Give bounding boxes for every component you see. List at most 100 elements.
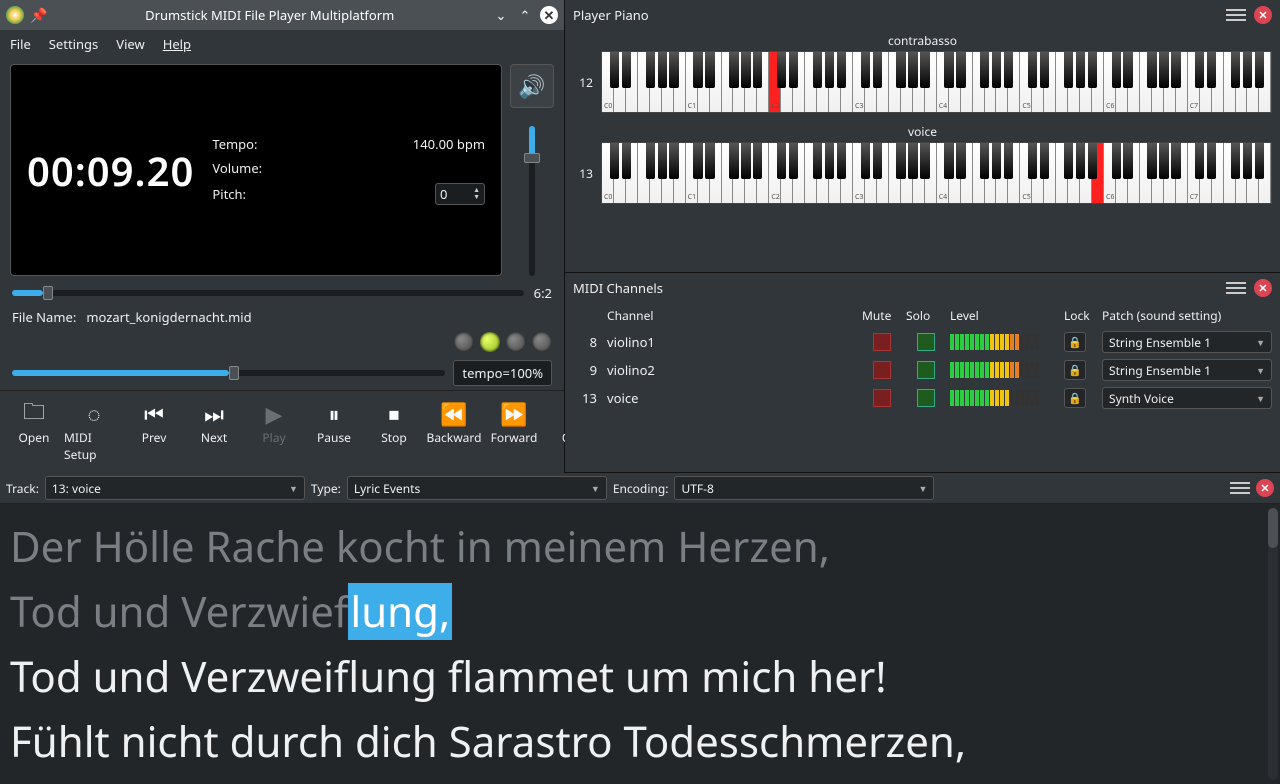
folder-icon: 🗀 — [23, 401, 45, 427]
stop-button[interactable]: ⏹Stop — [364, 397, 424, 467]
lyrics-body: Der Hölle Rache kocht in meinem Herzen, … — [0, 504, 1280, 784]
filename-label: File Name: — [12, 308, 76, 326]
col-lock: Lock — [1064, 307, 1098, 324]
keyboard-label: voice — [573, 121, 1272, 142]
open-button[interactable]: 🗀Open — [4, 397, 64, 467]
app-logo-icon — [6, 6, 24, 24]
hamburger-icon[interactable] — [1226, 278, 1246, 298]
led-3 — [506, 332, 526, 352]
maximize-icon[interactable]: ⌃ — [516, 6, 534, 24]
pitch-spinner[interactable]: 0▲▼ — [435, 183, 485, 205]
menu-settings[interactable]: Settings — [49, 35, 98, 53]
pause-icon: ⏸ — [328, 401, 339, 427]
lock-button[interactable]: 🔒 — [1064, 360, 1086, 380]
mute-button[interactable] — [873, 361, 891, 379]
hamburger-icon[interactable] — [1230, 478, 1250, 498]
channel-row: 8 violino1 🔒 String Ensemble 1▼ — [565, 328, 1280, 356]
keyboard-label: contrabasso — [573, 30, 1272, 51]
channel-name: violino1 — [607, 333, 858, 351]
keyboard[interactable]: C0C1C2C3C4C5C6C7 — [601, 51, 1272, 113]
solo-button[interactable] — [917, 333, 935, 351]
play-button[interactable]: ▶Play — [244, 397, 304, 467]
backward-button[interactable]: ⏪Backward — [424, 397, 484, 467]
lock-button[interactable]: 🔒 — [1064, 332, 1086, 352]
piano-panel-title: Player Piano — [573, 6, 1218, 24]
col-mute: Mute — [862, 307, 902, 324]
keyboard-channel: 12 — [573, 74, 593, 91]
level-meter — [950, 334, 1060, 350]
channels-title: MIDI Channels — [573, 279, 1218, 297]
beat-display: 6:2 — [534, 284, 552, 302]
forward-button[interactable]: ⏩Forward — [484, 397, 544, 467]
rewind-icon: ⏪ — [440, 401, 467, 427]
stop-icon: ⏹ — [388, 401, 399, 427]
prev-button[interactable]: ⏮Prev — [124, 397, 184, 467]
tempo-badge: tempo=100% — [453, 360, 552, 386]
mute-button[interactable] — [873, 333, 891, 351]
volume-label: Volume: — [212, 159, 262, 177]
filename-value: mozart_konigdernacht.mid — [86, 308, 251, 326]
ffwd-icon: ⏩ — [500, 401, 527, 427]
channel-row: 9 violino2 🔒 String Ensemble 1▼ — [565, 356, 1280, 384]
menubar: File Settings View Help — [0, 30, 564, 58]
beat-leds — [0, 332, 564, 356]
lyrics-panel: Track: 13: voice▼ Type: Lyric Events▼ En… — [0, 473, 1280, 784]
tempo-value: 140.00 bpm — [413, 135, 485, 153]
channel-number: 13 — [573, 389, 603, 407]
type-combo[interactable]: Lyric Events▼ — [347, 476, 607, 500]
col-channel: Channel — [607, 307, 858, 324]
lock-button[interactable]: 🔒 — [1064, 388, 1086, 408]
pitch-label: Pitch: — [212, 185, 246, 203]
led-4 — [532, 332, 552, 352]
play-icon: ▶ — [266, 401, 283, 427]
solo-button[interactable] — [917, 361, 935, 379]
keyboard-channel: 13 — [573, 165, 593, 182]
col-solo: Solo — [906, 307, 946, 324]
lcd-display: 00:09.20 Tempo:140.00 bpm Volume: Pitch:… — [10, 64, 502, 276]
timecode: 00:09.20 — [27, 143, 194, 198]
encoding-combo[interactable]: UTF-8▼ — [674, 476, 934, 500]
close-icon[interactable]: ✕ — [1254, 6, 1272, 24]
player-window: 📌 Drumstick MIDI File Player Multiplatfo… — [0, 0, 565, 473]
patch-combo[interactable]: Synth Voice▼ — [1102, 387, 1272, 409]
channel-name: violino2 — [607, 361, 858, 379]
midi-setup-button[interactable]: ◌MIDI Setup — [64, 397, 124, 467]
patch-combo[interactable]: String Ensemble 1▼ — [1102, 331, 1272, 353]
next-icon: ⏭ — [204, 401, 224, 427]
menu-view[interactable]: View — [116, 35, 144, 53]
pause-button[interactable]: ⏸Pause — [304, 397, 364, 467]
keyboard[interactable]: C0C1C2C3C4C5C6C7 — [601, 142, 1272, 204]
midi-icon: ◌ — [87, 401, 100, 427]
level-meter — [950, 362, 1060, 378]
lyric-line: Fühlt nicht durch dich Sarastro Todessch… — [10, 709, 1270, 774]
position-slider[interactable] — [12, 290, 524, 296]
solo-button[interactable] — [917, 389, 935, 407]
scrollbar[interactable] — [1268, 508, 1278, 780]
volume-button[interactable]: 🔊 — [510, 64, 554, 108]
menu-help[interactable]: Help — [163, 35, 191, 53]
lyric-highlight: lung, — [348, 583, 452, 640]
menu-file[interactable]: File — [10, 35, 31, 53]
lyric-line: Der Hölle Rache kocht in meinem Herzen, — [10, 514, 1270, 579]
next-button[interactable]: ⏭Next — [184, 397, 244, 467]
patch-combo[interactable]: String Ensemble 1▼ — [1102, 359, 1272, 381]
channel-number: 8 — [573, 333, 603, 351]
hamburger-icon[interactable] — [1226, 5, 1246, 25]
volume-slider[interactable] — [529, 126, 535, 276]
window-title: Drumstick MIDI File Player Multiplatform — [53, 6, 486, 24]
pin-icon[interactable]: 📌 — [30, 6, 47, 25]
led-1 — [454, 332, 474, 352]
type-label: Type: — [311, 480, 341, 497]
tempo-slider[interactable] — [12, 370, 445, 376]
close-icon[interactable]: ✕ — [1254, 279, 1272, 297]
minimize-icon[interactable]: ⌄ — [492, 6, 510, 24]
titlebar: 📌 Drumstick MIDI File Player Multiplatfo… — [0, 0, 564, 30]
close-icon[interactable]: ✕ — [540, 6, 558, 24]
close-icon[interactable]: ✕ — [1256, 479, 1274, 497]
track-combo[interactable]: 13: voice▼ — [45, 476, 305, 500]
mute-button[interactable] — [873, 389, 891, 407]
prev-icon: ⏮ — [144, 401, 164, 427]
col-level: Level — [950, 307, 1060, 324]
level-meter — [950, 390, 1060, 406]
channels-panel: MIDI Channels ✕ Channel Mute Solo Level … — [565, 273, 1280, 473]
